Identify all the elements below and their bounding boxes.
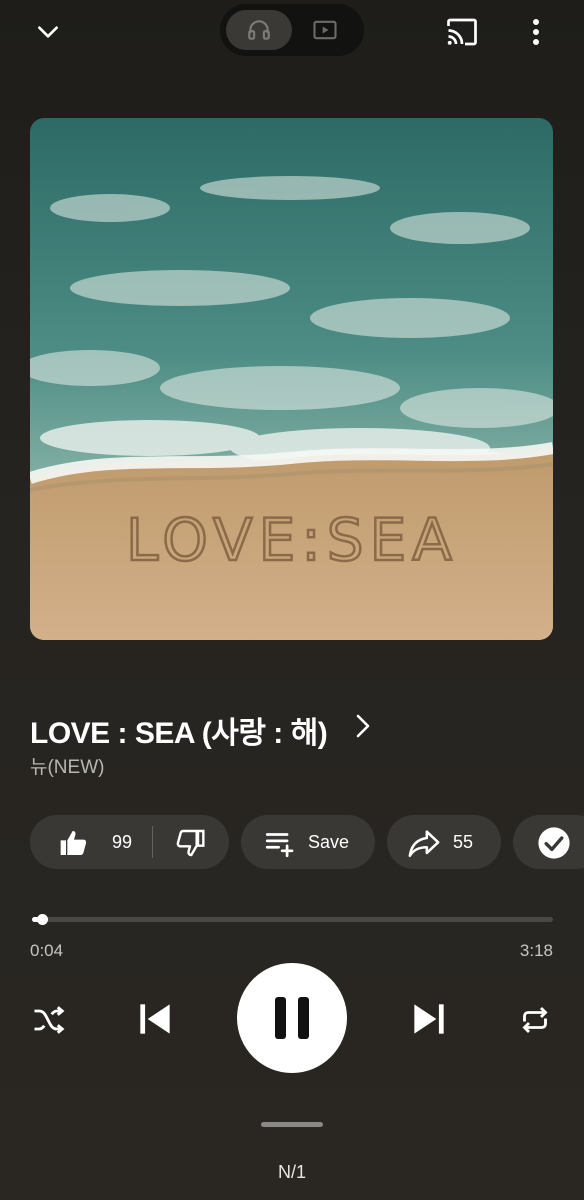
collapse-button[interactable]	[28, 12, 68, 52]
playlist-add-icon	[265, 833, 294, 858]
progress-thumb[interactable]	[37, 914, 49, 925]
repeat-icon	[522, 1006, 548, 1034]
dislike-button[interactable]	[174, 827, 206, 864]
cast-button[interactable]	[440, 10, 484, 54]
thumbs-down-icon	[176, 829, 205, 857]
album-art-text: LOVE:SEA	[126, 506, 458, 574]
share-button[interactable]: 55	[387, 815, 501, 869]
more-vert-icon	[533, 19, 539, 45]
save-button[interactable]: Save	[241, 815, 375, 869]
more-options-button[interactable]	[516, 10, 556, 54]
chevron-down-icon	[38, 26, 58, 38]
queue-label[interactable]: N/1	[0, 1162, 584, 1183]
repeat-button[interactable]	[513, 998, 557, 1042]
artist-name[interactable]: 뉴(NEW)	[30, 752, 104, 779]
audio-mode-button[interactable]	[226, 10, 292, 50]
chip-divider	[152, 826, 153, 858]
share-count: 55	[453, 831, 474, 852]
shuffle-icon	[34, 1006, 65, 1034]
pause-icon	[275, 997, 309, 1039]
cast-icon	[447, 18, 477, 46]
duration: 3:18	[519, 941, 553, 960]
video-mode-button[interactable]	[292, 10, 358, 50]
chevron-right-icon[interactable]	[352, 712, 374, 745]
current-time: 0:04	[30, 941, 64, 960]
video-icon	[313, 20, 337, 40]
album-art: LOVE:SEA	[30, 118, 553, 640]
saved-check-button[interactable]	[513, 815, 584, 869]
song-title[interactable]: LOVE : SEA (사랑 : 해)	[30, 708, 328, 752]
like-button[interactable]	[58, 827, 90, 864]
queue-drag-handle[interactable]	[261, 1122, 323, 1127]
thumbs-up-icon	[60, 831, 87, 855]
save-label: Save	[308, 831, 350, 852]
shuffle-button[interactable]	[26, 998, 70, 1042]
next-button[interactable]	[402, 994, 456, 1044]
progress-bar[interactable]	[32, 914, 553, 925]
skip-next-icon	[414, 1004, 444, 1034]
share-icon	[408, 830, 440, 858]
previous-button[interactable]	[128, 994, 182, 1044]
check-circle-icon	[538, 827, 570, 859]
pause-button[interactable]	[237, 963, 347, 1073]
like-dislike-chip: 99	[30, 815, 229, 869]
like-count: 99	[112, 831, 133, 852]
audio-video-toggle	[220, 4, 364, 56]
skip-previous-icon	[140, 1004, 170, 1034]
headphones-icon	[248, 20, 270, 40]
